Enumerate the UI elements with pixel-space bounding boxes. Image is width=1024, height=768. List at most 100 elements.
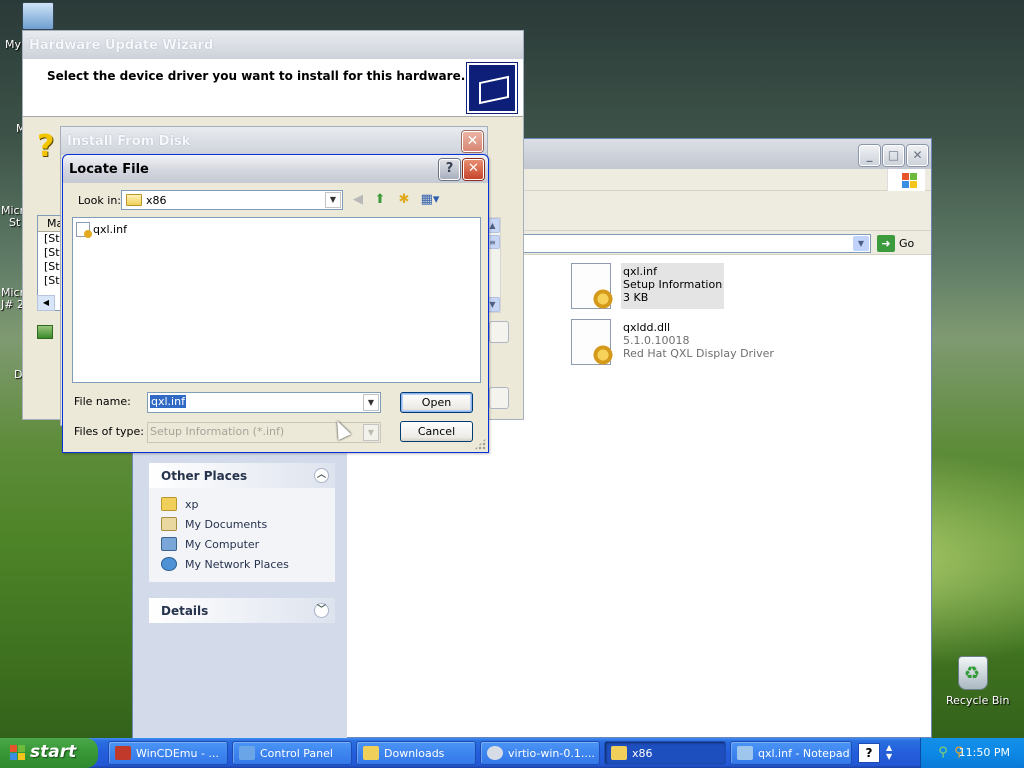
other-places-item-network[interactable]: My Network Places: [161, 554, 325, 574]
up-folder-icon[interactable]: ⬆: [371, 192, 389, 208]
cd-drive-icon: [487, 746, 503, 760]
list-item[interactable]: [St: [38, 260, 62, 274]
my-computer-icon: [161, 537, 177, 551]
setup-information-icon: [76, 222, 92, 238]
file-item-qxl-inf[interactable]: qxl.inf Setup Information 3 KB: [571, 263, 725, 310]
language-help-icon[interactable]: ?: [858, 743, 880, 763]
file-name-input[interactable]: qxl.inf ▼: [147, 392, 381, 413]
start-button[interactable]: start: [0, 738, 98, 768]
collapse-chevron-icon[interactable]: ︿: [314, 468, 329, 483]
other-places-item-my-documents[interactable]: My Documents: [161, 514, 325, 534]
recycle-bin-label[interactable]: Recycle Bin: [946, 694, 1009, 707]
other-places-item-my-computer[interactable]: My Computer: [161, 534, 325, 554]
chevron-down-icon[interactable]: ▼: [325, 192, 341, 208]
setup-information-icon: [571, 263, 614, 310]
taskbar-item-wincdemu[interactable]: WinCDEmu - ...: [108, 741, 228, 765]
taskbar-item-downloads[interactable]: Downloads: [356, 741, 476, 765]
file-list-item-name: qxl.inf: [93, 223, 127, 236]
file-size: 3 KB: [623, 291, 649, 304]
desktop-icon-label[interactable]: My: [5, 38, 21, 51]
wizard-header: Select the device driver you want to ins…: [23, 59, 523, 117]
desktop-icon-label[interactable]: J# 2: [1, 298, 24, 311]
details-title: Details: [161, 604, 209, 618]
open-button[interactable]: Open: [400, 392, 473, 413]
details-header[interactable]: Details ﹀: [149, 598, 335, 623]
wizard-cancel-button[interactable]: [489, 387, 509, 409]
new-folder-icon[interactable]: ✱: [395, 192, 413, 208]
recycle-bin-icon[interactable]: [958, 656, 988, 690]
taskbar-item-label: Downloads: [384, 746, 445, 760]
go-button[interactable]: ➜ Go: [877, 234, 914, 253]
desktop-icon-label[interactable]: St: [9, 216, 20, 229]
look-in-dropdown[interactable]: x86 ▼: [121, 190, 343, 210]
file-list-item[interactable]: qxl.inf: [76, 222, 127, 238]
taskbar-item-label: WinCDEmu - ...: [136, 746, 219, 760]
file-item-qxldd-dll[interactable]: qxldd.dll 5.1.0.10018 Red Hat QXL Displa…: [571, 319, 776, 366]
list-item[interactable]: [St: [38, 274, 62, 288]
back-icon[interactable]: ◀: [349, 192, 367, 208]
locate-file-titlebar[interactable]: Locate File ? ✕: [63, 155, 488, 183]
file-list[interactable]: qxl.inf: [72, 217, 481, 383]
go-label: Go: [899, 236, 915, 250]
wizard-titlebar[interactable]: Hardware Update Wizard: [23, 31, 523, 59]
look-in-value: x86: [146, 193, 167, 207]
files-of-type-value: Setup Information (*.inf): [150, 425, 285, 438]
look-in-label: Look in:: [78, 194, 121, 207]
folder-icon: [363, 746, 379, 760]
view-menu-icon[interactable]: ▦▾: [417, 192, 443, 208]
address-input[interactable]: ▼: [489, 234, 871, 253]
list-item[interactable]: [St: [38, 232, 62, 246]
signed-driver-icon: [37, 325, 53, 339]
folder-icon: [126, 194, 142, 206]
other-places-panel: Other Places ︿ xp My Documents My Comput…: [149, 463, 335, 582]
my-documents-icon: [161, 517, 177, 531]
other-places-header[interactable]: Other Places ︿: [149, 463, 335, 488]
expand-chevron-icon[interactable]: ﹀: [314, 603, 329, 618]
taskbar-item-x86[interactable]: x86: [604, 741, 726, 765]
taskbar-item-virtio[interactable]: virtio-win-0.1....: [480, 741, 600, 765]
wizard-title: Hardware Update Wizard: [29, 38, 214, 53]
hardware-wizard-logo-icon: [466, 62, 518, 114]
taskbar-item-label: qxl.inf - Notepad: [758, 746, 850, 760]
have-disk-button[interactable]: [489, 321, 509, 343]
install-from-disk-title: Install From Disk: [67, 134, 191, 149]
file-name: qxldd.dll: [623, 321, 671, 334]
file-version: 5.1.0.10018: [623, 334, 690, 347]
list-item[interactable]: [St: [38, 246, 62, 260]
help-button[interactable]: ?: [439, 159, 460, 180]
control-panel-icon: [239, 746, 255, 760]
list-header[interactable]: Ma: [38, 216, 63, 232]
resize-grip[interactable]: [474, 438, 486, 450]
chevron-up-down-icon[interactable]: ▲ ▼: [886, 743, 892, 761]
locate-file-title: Locate File: [69, 162, 149, 177]
wincdemu-icon: [115, 746, 131, 760]
go-arrow-icon: ➜: [877, 234, 895, 252]
chevron-down-icon[interactable]: ▼: [363, 394, 379, 411]
taskbar-item-label: x86: [632, 746, 653, 760]
minimize-button[interactable]: _: [859, 145, 880, 166]
cancel-button[interactable]: Cancel: [400, 421, 473, 442]
my-computer-desktop-icon[interactable]: [22, 2, 54, 30]
chevron-down-icon[interactable]: ▼: [363, 424, 379, 441]
close-button[interactable]: ✕: [463, 159, 484, 180]
maximize-button[interactable]: □: [883, 145, 904, 166]
wizard-heading: Select the device driver you want to ins…: [47, 69, 466, 83]
dll-file-icon: [571, 319, 614, 366]
taskbar-item-label: virtio-win-0.1....: [508, 746, 595, 760]
close-button[interactable]: ✕: [907, 145, 928, 166]
scroll-left-icon[interactable]: ◀: [37, 295, 55, 311]
chevron-down-icon[interactable]: ▼: [853, 236, 869, 251]
close-button[interactable]: ✕: [462, 131, 483, 152]
folder-icon: [611, 746, 627, 760]
taskbar-item-notepad[interactable]: qxl.inf - Notepad: [730, 741, 852, 765]
network-tray-icon[interactable]: ⚲: [935, 745, 951, 761]
install-from-disk-titlebar[interactable]: Install From Disk ✕: [61, 127, 487, 155]
other-places-title: Other Places: [161, 469, 248, 483]
other-places-item-xp[interactable]: xp: [161, 494, 325, 514]
windows-flag-icon: [887, 169, 925, 191]
file-name-value: qxl.inf: [150, 395, 186, 408]
taskbar-item-label: Control Panel: [260, 746, 333, 760]
taskbar-item-control-panel[interactable]: Control Panel: [232, 741, 352, 765]
clock[interactable]: 11:50 PM: [959, 746, 1010, 759]
taskbar: start WinCDEmu - ... Control Panel Downl…: [0, 738, 1024, 768]
